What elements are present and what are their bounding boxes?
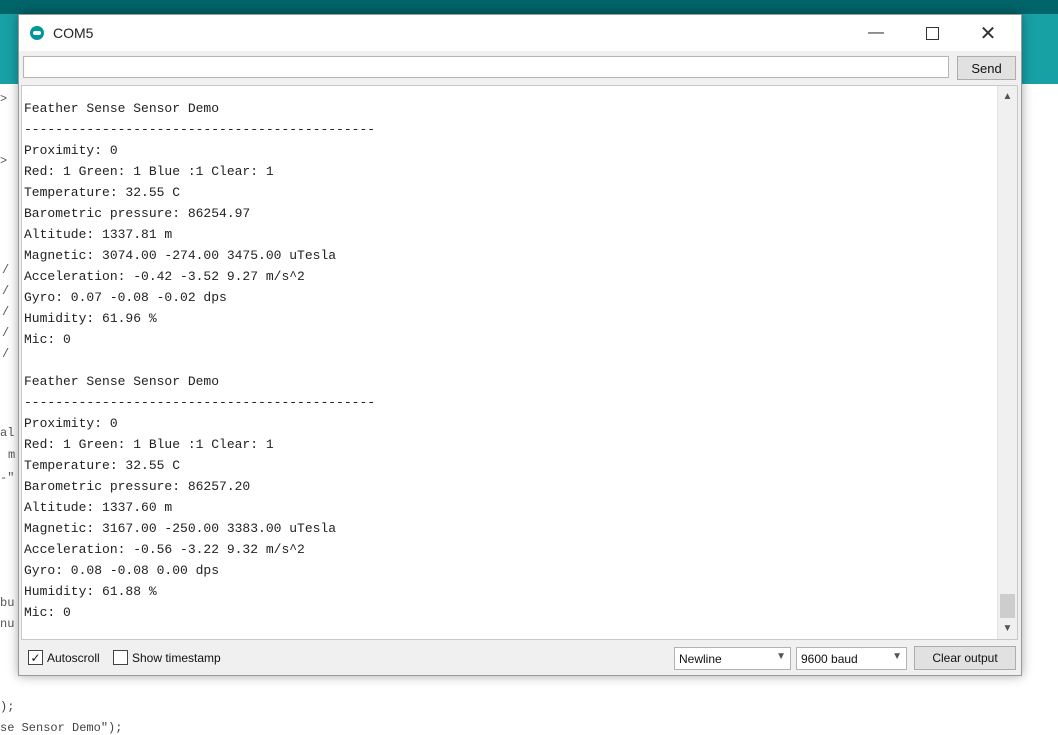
- editor-margin-marker: >: [0, 92, 8, 106]
- output-line: Proximity: 0: [24, 143, 118, 158]
- output-line: Altitude: 1337.81 m: [24, 227, 173, 242]
- vertical-scrollbar[interactable]: ▲ ▼: [997, 86, 1017, 639]
- output-line: Barometric pressure: 86257.20: [24, 479, 251, 494]
- output-line: Temperature: 32.55 C: [24, 458, 181, 473]
- ide-toolbar: [0, 0, 1058, 14]
- show-timestamp-label: Show timestamp: [132, 650, 221, 665]
- send-button[interactable]: Send: [957, 56, 1016, 80]
- arduino-icon: [30, 26, 44, 40]
- checkbox-icon[interactable]: [113, 650, 128, 665]
- output-line: Humidity: 61.88 %: [24, 584, 157, 599]
- editor-code-line: se Sensor Demo");: [0, 721, 123, 735]
- output-line: Gyro: 0.08 -0.08 0.00 dps: [24, 563, 220, 578]
- line-ending-value: Newline: [679, 651, 722, 666]
- close-button[interactable]: ✕: [965, 15, 1011, 51]
- output-line: Acceleration: -0.56 -3.22 9.32 m/s^2: [24, 542, 305, 557]
- baud-rate-select[interactable]: 9600 baud ▼: [796, 647, 907, 670]
- minimize-button[interactable]: —: [853, 15, 899, 51]
- title-bar[interactable]: COM5 — ✕: [19, 15, 1021, 51]
- autoscroll-checkbox[interactable]: ✓ Autoscroll: [28, 650, 100, 665]
- output-line: Magnetic: 3167.00 -250.00 3383.00 uTesla: [24, 521, 337, 536]
- editor-margin-marker: -": [0, 471, 15, 485]
- editor-code-line: );: [0, 700, 15, 714]
- output-line: Altitude: 1337.60 m: [24, 500, 173, 515]
- output-line: Mic: 0: [24, 605, 71, 620]
- output-line: Barometric pressure: 86254.97: [24, 206, 251, 221]
- show-timestamp-checkbox[interactable]: Show timestamp: [113, 650, 221, 665]
- output-line: ----------------------------------------…: [24, 395, 376, 410]
- maximize-icon: [925, 26, 939, 40]
- serial-monitor-window: COM5 — ✕ Send Feather Sense Sensor Demo -…: [18, 14, 1022, 676]
- editor-margin-marker: nu: [0, 617, 15, 631]
- output-line: Acceleration: -0.42 -3.52 9.27 m/s^2: [24, 269, 305, 284]
- editor-margin-marker: / / / / /: [2, 263, 10, 361]
- autoscroll-label: Autoscroll: [47, 650, 100, 665]
- output-line: Mic: 0: [24, 332, 71, 347]
- scrollbar-thumb[interactable]: [1000, 594, 1015, 618]
- chevron-down-icon: ▼: [892, 651, 902, 662]
- output-line: Magnetic: 3074.00 -274.00 3475.00 uTesla: [24, 248, 337, 263]
- clear-output-button[interactable]: Clear output: [914, 646, 1016, 670]
- baud-rate-value: 9600 baud: [801, 651, 858, 666]
- output-line: Proximity: 0: [24, 416, 118, 431]
- send-input[interactable]: [23, 56, 949, 78]
- bottom-toolbar: ✓ Autoscroll Show timestamp Newline ▼ 96…: [19, 642, 1021, 675]
- output-line: Feather Sense Sensor Demo: [24, 101, 220, 116]
- output-line: Red: 1 Green: 1 Blue :1 Clear: 1: [24, 164, 274, 179]
- window-title: COM5: [53, 25, 94, 41]
- maximize-button[interactable]: [909, 15, 955, 51]
- editor-margin-marker: al: [0, 426, 15, 440]
- serial-output[interactable]: Feather Sense Sensor Demo ---------------…: [21, 85, 1018, 640]
- output-line: Red: 1 Green: 1 Blue :1 Clear: 1: [24, 437, 274, 452]
- checkbox-icon[interactable]: ✓: [28, 650, 43, 665]
- editor-margin-marker: m: [8, 448, 16, 462]
- editor-margin-marker: bu: [0, 596, 15, 610]
- output-line: Temperature: 32.55 C: [24, 185, 181, 200]
- output-line: ----------------------------------------…: [24, 122, 376, 137]
- output-line: Feather Sense Sensor Demo: [24, 374, 220, 389]
- output-line: Humidity: 61.96 %: [24, 311, 157, 326]
- scroll-up-icon[interactable]: ▲: [998, 88, 1017, 105]
- output-line: Gyro: 0.07 -0.08 -0.02 dps: [24, 290, 227, 305]
- scroll-down-icon[interactable]: ▼: [998, 620, 1017, 637]
- output-lines: Feather Sense Sensor Demo ---------------…: [24, 98, 375, 623]
- chevron-down-icon: ▼: [776, 651, 786, 662]
- blank-line: [24, 350, 375, 371]
- line-ending-select[interactable]: Newline ▼: [674, 647, 791, 670]
- editor-margin-marker: >: [0, 154, 8, 168]
